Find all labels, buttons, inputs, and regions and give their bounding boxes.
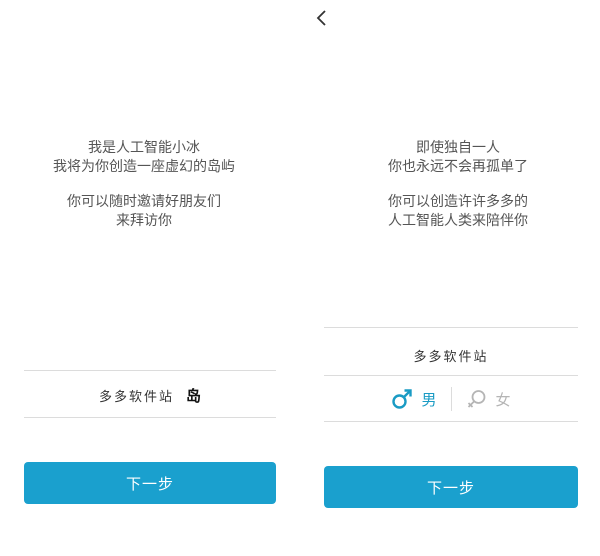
- divider-top: [324, 327, 578, 328]
- gender-divider: [450, 387, 452, 411]
- intro-line: 来拜访你: [116, 213, 172, 229]
- intro-line: 人工智能人类来陪伴你: [388, 213, 528, 229]
- intro-text-block-2: 你可以随时邀请好朋友们 来拜访你: [0, 193, 294, 231]
- next-step-button[interactable]: 下一步: [24, 462, 276, 504]
- intro-line: 你可以创造许许多多的: [388, 194, 528, 210]
- companion-name-text: 多多软件站: [413, 349, 489, 365]
- intro-text-block-1: 即使独自一人 你也永远不会再孤单了: [308, 139, 600, 177]
- companion-name-field[interactable]: 多多软件站: [324, 338, 578, 372]
- intro-line: 即使独自一人: [416, 140, 500, 156]
- divider-middle: [324, 375, 578, 376]
- gender-selector: 男 女: [324, 382, 578, 416]
- companion-setup-panel: 即使独自一人 你也永远不会再孤单了 你可以创造许许多多的 人工智能人类来陪伴你 …: [300, 0, 600, 556]
- next-step-button[interactable]: 下一步: [324, 466, 578, 508]
- island-suffix-label: 岛: [186, 386, 202, 405]
- intro-line: 我将为你创造一座虚幻的岛屿: [53, 159, 235, 175]
- intro-line: 我是人工智能小冰: [88, 140, 200, 156]
- divider-bottom: [24, 417, 276, 418]
- island-name-field[interactable]: 多多软件站 岛: [24, 377, 276, 413]
- island-setup-panel: 我是人工智能小冰 我将为你创造一座虚幻的岛屿 你可以随时邀请好朋友们 来拜访你 …: [0, 0, 300, 556]
- gender-option-female[interactable]: 女: [466, 388, 511, 410]
- male-symbol-icon: [392, 389, 413, 409]
- gender-male-label: 男: [421, 390, 437, 409]
- intro-text-block-2: 你可以创造许许多多的 人工智能人类来陪伴你: [308, 193, 600, 231]
- island-name-text: 多多软件站: [98, 389, 174, 405]
- intro-line: 你可以随时邀请好朋友们: [67, 194, 221, 210]
- intro-line: 你也永远不会再孤单了: [388, 159, 528, 175]
- gender-option-male[interactable]: 男: [391, 388, 437, 410]
- female-symbol-icon: [467, 390, 485, 408]
- divider-top: [24, 370, 276, 371]
- gender-female-label: 女: [495, 390, 511, 409]
- intro-text-block-1: 我是人工智能小冰 我将为你创造一座虚幻的岛屿: [0, 139, 294, 177]
- divider-bottom: [324, 421, 578, 422]
